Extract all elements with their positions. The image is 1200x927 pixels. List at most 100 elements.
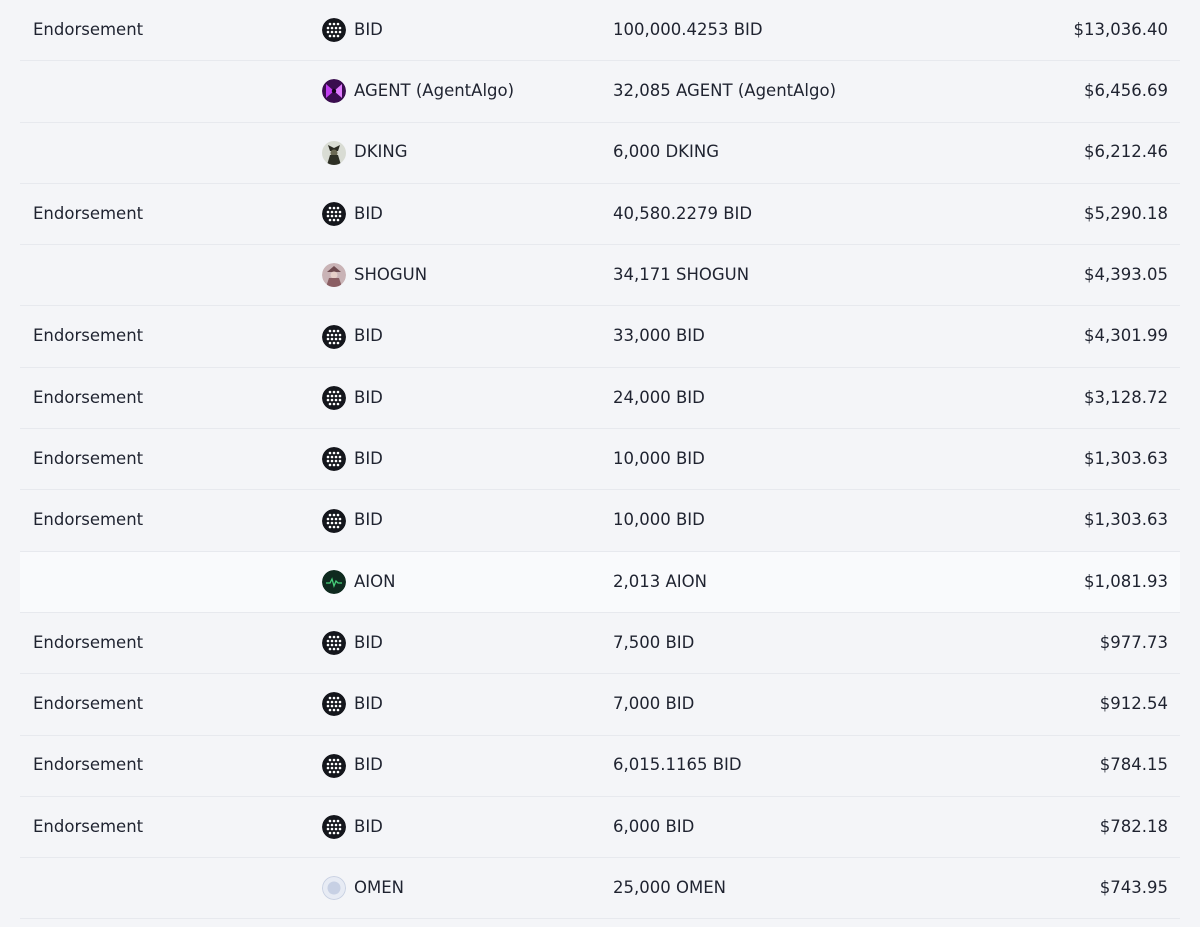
token-cell[interactable]: BID: [322, 202, 383, 227]
token-cell[interactable]: BID: [322, 753, 383, 778]
value-cell: $784.15: [1099, 755, 1168, 775]
table-row[interactable]: Endorsement BID 6,000 BID $782.18: [20, 797, 1180, 859]
token-cell[interactable]: DKING: [322, 140, 408, 165]
token-cell[interactable]: OMEN: [322, 876, 404, 901]
amount-cell: 6,000 DKING: [613, 142, 720, 162]
dking-icon: [322, 140, 346, 165]
token-label: BID: [354, 19, 383, 39]
value-cell: $3,128.72: [1084, 387, 1168, 407]
table-row[interactable]: Endorsement BID 24,000 BID $3,128.72: [20, 368, 1180, 430]
table-row[interactable]: Endorsement BID 33,000 BID $4,301.99: [20, 306, 1180, 368]
aion-icon: [322, 569, 346, 594]
value-cell: $1,303.63: [1084, 448, 1168, 468]
table-row[interactable]: Endorsement BID 7,000 BID $912.54: [20, 674, 1180, 736]
token-label: BID: [354, 694, 383, 714]
shogun-icon: [322, 263, 346, 288]
token-label: BID: [354, 510, 383, 530]
type-cell: Endorsement: [33, 816, 144, 836]
table-row[interactable]: Endorsement BID 6,015.1165 BID $784.15: [20, 736, 1180, 797]
amount-cell: 10,000 BID: [613, 510, 705, 530]
table-row[interactable]: Endorsement BID 40,580.2279 BID $5,290.1…: [20, 184, 1180, 246]
agent-icon: [322, 79, 346, 104]
token-label: BID: [354, 816, 383, 836]
amount-cell: 24,000 BID: [613, 387, 705, 407]
token-label: BID: [354, 448, 383, 468]
value-cell: $782.18: [1099, 816, 1168, 836]
token-label: OMEN: [354, 878, 404, 898]
table-row[interactable]: AGENT (AgentAlgo) 32,085 AGENT (AgentAlg…: [20, 61, 1180, 123]
token-label: BID: [354, 203, 383, 223]
value-cell: $743.95: [1099, 878, 1168, 898]
value-cell: $912.54: [1099, 694, 1168, 714]
type-cell: Endorsement: [33, 510, 144, 530]
type-cell: Endorsement: [33, 326, 144, 346]
token-cell[interactable]: AGENT (AgentAlgo): [322, 79, 515, 104]
token-label: DKING: [354, 142, 408, 162]
token-label: SHOGUN: [354, 265, 428, 285]
token-cell[interactable]: BID: [322, 447, 383, 472]
type-cell: Endorsement: [33, 203, 144, 223]
type-cell: Endorsement: [33, 387, 144, 407]
type-cell: Endorsement: [33, 632, 144, 652]
table-row[interactable]: Endorsement BID 7,500 BID $977.73: [20, 613, 1180, 675]
token-label: AION: [354, 571, 396, 591]
amount-cell: 2,013 AION: [613, 571, 707, 591]
value-cell: $977.73: [1099, 632, 1168, 652]
bid-icon: [322, 385, 346, 410]
token-cell[interactable]: SHOGUN: [322, 263, 428, 288]
table-row[interactable]: Endorsement BID 10,000 BID $1,303.63: [20, 429, 1180, 491]
amount-cell: 6,000 BID: [613, 816, 695, 836]
token-label: BID: [354, 755, 383, 775]
amount-cell: 34,171 SHOGUN: [613, 265, 750, 285]
amount-cell: 6,015.1165 BID: [613, 755, 742, 775]
amount-cell: 25,000 OMEN: [613, 878, 726, 898]
table-row[interactable]: Endorsement BID 10,000 BID $1,303.63: [20, 490, 1180, 552]
token-cell[interactable]: AION: [322, 569, 396, 594]
type-cell: Endorsement: [33, 755, 144, 775]
table-row[interactable]: Endorsement BID 100,000.4253 BID $13,036…: [20, 0, 1180, 62]
omen-icon: [322, 876, 346, 901]
value-cell: $13,036.40: [1073, 19, 1168, 39]
value-cell: $4,393.05: [1084, 265, 1168, 285]
token-cell[interactable]: BID: [322, 324, 383, 349]
table-row[interactable]: OMEN 25,000 OMEN $743.95: [20, 858, 1180, 920]
bid-icon: [322, 631, 346, 656]
type-cell: Endorsement: [33, 448, 144, 468]
token-label: BID: [354, 326, 383, 346]
bid-icon: [322, 692, 346, 717]
bid-icon: [322, 324, 346, 349]
token-cell[interactable]: BID: [322, 631, 383, 656]
amount-cell: 100,000.4253 BID: [613, 19, 763, 39]
amount-cell: 7,500 BID: [613, 632, 695, 652]
value-cell: $6,456.69: [1084, 81, 1168, 101]
value-cell: $4,301.99: [1084, 326, 1168, 346]
table-row[interactable]: SHOGUN 34,171 SHOGUN $4,393.05: [20, 245, 1180, 307]
token-cell[interactable]: BID: [322, 692, 383, 717]
bid-icon: [322, 447, 346, 472]
transactions-table: Endorsement BID 100,000.4253 BID $13,036…: [20, 0, 1180, 920]
bid-icon: [322, 508, 346, 533]
bid-icon: [322, 815, 346, 839]
token-cell[interactable]: BID: [322, 508, 383, 533]
value-cell: $6,212.46: [1084, 142, 1168, 162]
value-cell: $1,081.93: [1084, 571, 1168, 591]
value-cell: $1,303.63: [1084, 510, 1168, 530]
bid-icon: [322, 18, 346, 43]
table-row[interactable]: DKING 6,000 DKING $6,212.46: [20, 123, 1180, 184]
token-label: BID: [354, 387, 383, 407]
token-cell[interactable]: BID: [322, 815, 383, 839]
amount-cell: 10,000 BID: [613, 448, 705, 468]
amount-cell: 7,000 BID: [613, 694, 695, 714]
type-cell: Endorsement: [33, 19, 144, 39]
bid-icon: [322, 753, 346, 778]
token-label: BID: [354, 632, 383, 652]
type-cell: Endorsement: [33, 694, 144, 714]
table-row[interactable]: AION 2,013 AION $1,081.93: [20, 551, 1180, 613]
value-cell: $5,290.18: [1084, 203, 1168, 223]
token-cell[interactable]: BID: [322, 18, 383, 43]
token-cell[interactable]: BID: [322, 385, 383, 410]
amount-cell: 40,580.2279 BID: [613, 203, 753, 223]
token-label: AGENT (AgentAlgo): [354, 81, 515, 101]
bid-icon: [322, 202, 346, 227]
amount-cell: 32,085 AGENT (AgentAlgo): [613, 81, 837, 101]
